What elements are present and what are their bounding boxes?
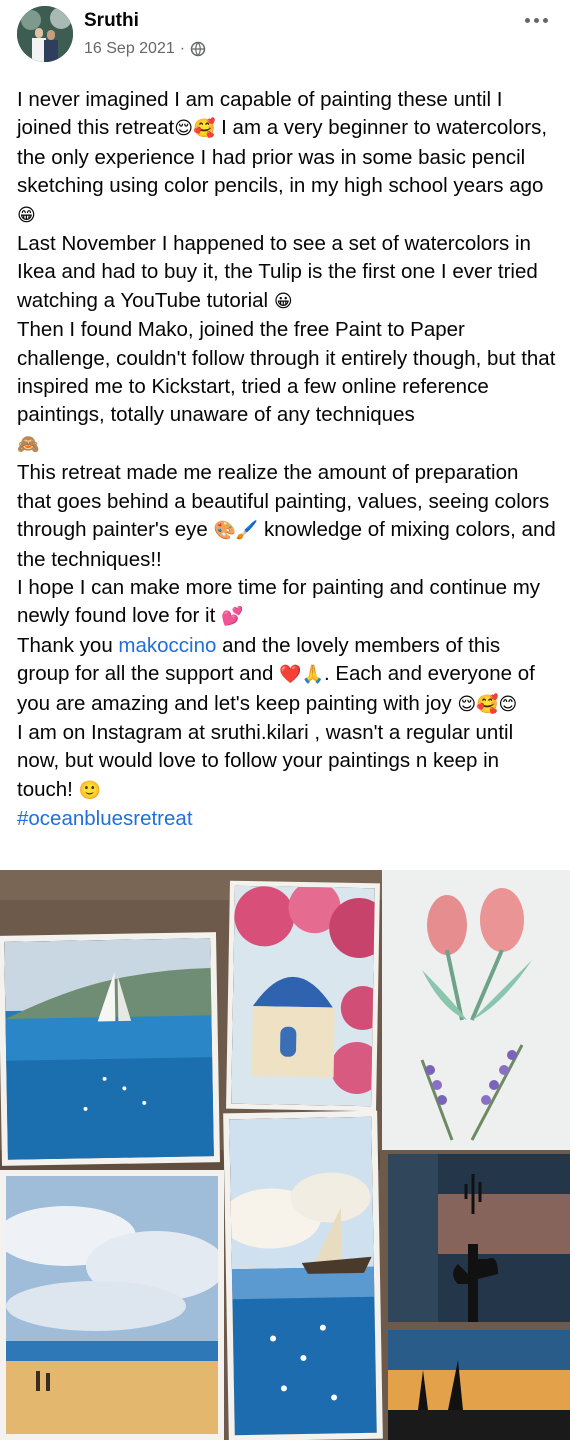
paragraph-8: #oceanbluesretreat: [17, 805, 557, 833]
heart-pray-emoji: ❤️🙏: [279, 664, 324, 686]
cloudy-beach-painting[interactable]: [0, 1170, 224, 1440]
post-date[interactable]: 16 Sep 2021: [84, 40, 175, 58]
post-header: Sruthi 16 Sep 2021 ·: [0, 0, 570, 80]
paragraph-2: Last November I happened to see a set of…: [17, 232, 538, 312]
paragraph-1: I never imagined I am capable of paintin…: [17, 88, 548, 226]
more-options-icon[interactable]: [518, 8, 554, 32]
joy-emoji: 😌🥰😊: [457, 693, 518, 715]
paragraph-4: This retreat made me realize the amount …: [17, 461, 556, 571]
paragraph-3: Then I found Mako, joined the free Paint…: [17, 318, 556, 455]
sunset-silhouette-painting[interactable]: [388, 1330, 570, 1440]
paragraph-5: I hope I can make more time for painting…: [17, 575, 541, 628]
palette-brush-emoji: 🎨🖌️: [213, 520, 259, 542]
smile-emoji: 😀: [273, 290, 293, 312]
photo-gallery: [0, 870, 570, 1440]
see-no-evil-emoji: 🙈: [17, 433, 40, 455]
hashtag-link[interactable]: #oceanbluesretreat: [17, 807, 193, 830]
cactus-silhouette-painting[interactable]: [388, 1154, 570, 1322]
two-hearts-emoji: 💕: [220, 606, 244, 628]
grin-emoji: 😁: [17, 204, 36, 226]
tulip-lavender-painting[interactable]: [382, 870, 570, 1150]
post-meta: 16 Sep 2021 ·: [84, 40, 206, 58]
globe-icon[interactable]: [190, 41, 206, 57]
post-body: I never imagined I am capable of paintin…: [17, 86, 557, 834]
author-name[interactable]: Sruthi: [84, 10, 139, 32]
avatar[interactable]: [17, 6, 73, 62]
paragraph-7: I am on Instagram at sruthi.kilari , was…: [17, 720, 514, 801]
slight-smile-emoji: 🙂: [78, 779, 101, 801]
sailboat-sparkle-sea-painting[interactable]: [223, 1110, 383, 1440]
relieved-blush-emoji: 😌🥰: [174, 118, 216, 140]
sailboat-sea-painting[interactable]: [0, 932, 220, 1166]
blue-dome-bougainvillea-painting[interactable]: [226, 880, 380, 1112]
meta-separator: ·: [179, 40, 186, 57]
mention-link[interactable]: makoccino: [118, 634, 216, 657]
paragraph-6: Thank you makoccino and the lovely membe…: [17, 633, 535, 715]
